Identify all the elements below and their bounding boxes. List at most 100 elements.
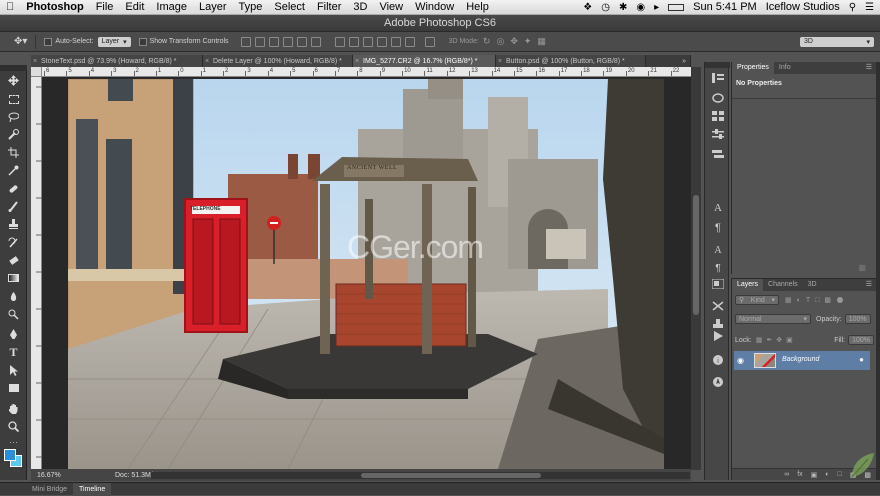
dropbox-icon[interactable]: ❖ [583, 2, 592, 13]
vertical-ruler[interactable] [31, 77, 42, 470]
3d-pan-icon[interactable]: ✥ [510, 36, 518, 47]
layer-name[interactable]: Background [782, 356, 819, 363]
dodge-tool-icon[interactable] [6, 307, 21, 321]
canvas-vertical-scrollbar[interactable] [691, 67, 701, 470]
lock-transparent-icon[interactable]: ▦ [756, 336, 763, 344]
history-brush-tool-icon[interactable] [6, 235, 21, 249]
notification-center-icon[interactable]: ☰ [865, 2, 874, 13]
menu-select[interactable]: Select [268, 1, 311, 13]
auto-select-checkbox[interactable] [44, 37, 53, 46]
show-transform-checkbox[interactable] [138, 37, 147, 46]
canvas-area[interactable]: ANCIENT WELL TELEPHONE CGer.com [42, 77, 691, 470]
hand-tool-icon[interactable] [6, 401, 21, 415]
menubar-user[interactable]: Iceflow Studios [766, 1, 840, 13]
apple-menu-icon[interactable]:  [0, 1, 20, 13]
menu-window[interactable]: Window [409, 1, 460, 13]
filter-type-icon[interactable]: T [806, 297, 810, 304]
move-tool-preset-icon[interactable]: ✥▾ [14, 36, 27, 47]
move-tool-icon[interactable] [6, 73, 21, 87]
gradient-tool-icon[interactable] [6, 271, 21, 285]
distribute-bottom-icon[interactable] [362, 36, 373, 47]
menu-layer[interactable]: Layer [193, 1, 233, 13]
menu-image[interactable]: Image [150, 1, 193, 13]
filter-toggle-icon[interactable] [837, 297, 843, 303]
vertical-scroll-thumb[interactable] [693, 195, 699, 315]
distribute-hcenter-icon[interactable] [390, 36, 401, 47]
time-machine-icon[interactable]: ◷ [601, 2, 610, 13]
type-tool-icon[interactable]: T [6, 345, 21, 359]
brush-presets-panel-icon[interactable] [711, 148, 725, 160]
align-bottom-icon[interactable] [268, 36, 279, 47]
rectangle-tool-icon[interactable] [6, 381, 21, 395]
battery-icon[interactable] [668, 3, 685, 11]
info-panel-icon[interactable]: i [711, 354, 725, 366]
filter-adjustment-icon[interactable]: ◐ [797, 297, 801, 304]
new-adjustment-icon[interactable]: ◐ [825, 471, 829, 478]
tab-overflow[interactable]: » [646, 55, 691, 67]
menu-filter[interactable]: Filter [311, 1, 347, 13]
layer-comps-panel-icon[interactable] [711, 278, 725, 290]
pen-tool-icon[interactable] [6, 327, 21, 341]
volume-icon[interactable]: ▸ [654, 2, 659, 13]
layer-row-background[interactable]: ◉ Background ● [734, 351, 870, 370]
blend-mode-dropdown[interactable]: Normal ▾ [735, 314, 811, 324]
tab-timeline[interactable]: Timeline [73, 482, 112, 496]
distribute-right-icon[interactable] [404, 36, 415, 47]
align-top-icon[interactable] [240, 36, 251, 47]
bluetooth-icon[interactable]: ✱ [619, 2, 627, 13]
distribute-vcenter-icon[interactable] [348, 36, 359, 47]
tab-properties[interactable]: Properties [732, 62, 774, 74]
dock-grip[interactable] [705, 62, 730, 68]
layer-kind-dropdown[interactable]: ⚲ Kind ▾ [735, 295, 779, 305]
close-icon[interactable]: × [205, 58, 209, 65]
add-mask-icon[interactable]: ▣ [811, 471, 818, 479]
horizontal-ruler[interactable]: 6 5 4 3 2 1 0 1 2 3 4 5 6 7 8 9 10 11 12 13 14 15 16 17 18 19 20 21… [42, 67, 691, 77]
close-icon[interactable]: × [33, 58, 37, 65]
lasso-tool-icon[interactable] [6, 110, 21, 124]
clone-stamp-tool-icon[interactable] [6, 217, 21, 231]
lock-all-icon[interactable]: ▣ [786, 336, 793, 344]
3d-panel-icon[interactable] [711, 92, 725, 104]
swatches-panel-icon[interactable] [711, 110, 725, 122]
document-photo[interactable] [68, 79, 664, 469]
lock-position-icon[interactable]: ✥ [776, 336, 782, 344]
path-selection-tool-icon[interactable] [6, 363, 21, 377]
close-icon[interactable]: × [498, 58, 502, 65]
tab-delete-layer[interactable]: × Delete Layer @ 100% (Howard, RGB/8) * [203, 55, 353, 67]
menu-3d[interactable]: 3D [347, 1, 373, 13]
foreground-color-swatch[interactable] [4, 449, 16, 461]
quick-selection-tool-icon[interactable] [6, 127, 21, 141]
more-tools-icon[interactable]: ··· [6, 435, 21, 449]
healing-brush-tool-icon[interactable] [6, 181, 21, 195]
tab-info[interactable]: Info [774, 62, 796, 74]
tool-presets-panel-icon[interactable] [711, 300, 725, 312]
brush-tool-icon[interactable] [6, 199, 21, 213]
navigator-panel-icon[interactable] [711, 376, 725, 388]
canvas-horizontal-scrollbar[interactable] [151, 472, 690, 479]
panel-menu-icon[interactable]: ☰ [866, 62, 872, 74]
opacity-field[interactable]: 100% [844, 314, 871, 324]
auto-select-dropdown[interactable]: Layer ▾ [97, 36, 131, 47]
zoom-tool-icon[interactable] [6, 419, 21, 433]
character-styles-panel-icon[interactable]: A [711, 244, 725, 256]
paragraph-panel-icon[interactable]: ¶ [711, 222, 725, 234]
menu-view[interactable]: View [373, 1, 409, 13]
distribute-top-icon[interactable] [334, 36, 345, 47]
horizontal-scroll-thumb[interactable] [361, 473, 541, 478]
adjustments-panel-icon[interactable] [711, 128, 725, 140]
workspace-dropdown[interactable]: 3D ▾ [800, 36, 874, 47]
wifi-icon[interactable]: ◉ [636, 2, 645, 13]
align-left-icon[interactable] [282, 36, 293, 47]
lock-pixels-icon[interactable]: ✒ [766, 336, 772, 344]
eyedropper-tool-icon[interactable] [6, 163, 21, 177]
layer-thumbnail[interactable] [754, 353, 776, 368]
zoom-level[interactable]: 16.67% [31, 472, 69, 479]
3d-rotate-icon[interactable]: ↻ [483, 36, 491, 47]
actions-panel-icon[interactable] [711, 330, 725, 342]
tab-stonetext[interactable]: × StoneText.psd @ 73.9% (Howard, RGB/8) * [31, 55, 203, 67]
paragraph-styles-panel-icon[interactable]: ¶ [711, 262, 725, 274]
panel-menu-icon[interactable]: ☰ [866, 279, 872, 291]
tab-layers[interactable]: Layers [732, 279, 764, 291]
character-panel-icon[interactable]: A [711, 202, 725, 214]
crop-tool-icon[interactable] [6, 145, 21, 159]
